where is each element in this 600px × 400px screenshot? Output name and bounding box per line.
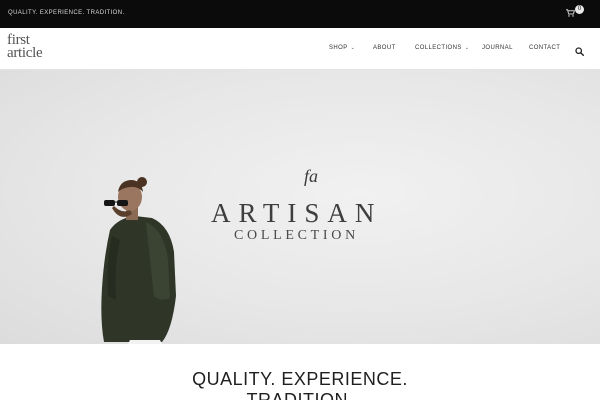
section-heading-line-2: TRADITION. [246, 390, 354, 400]
search-button[interactable] [575, 43, 585, 57]
nav-item-about[interactable]: ABOUT [373, 45, 396, 51]
section-heading-line-1: QUALITY. EXPERIENCE. [192, 369, 408, 389]
site-header: first article SHOP ⌄ ABOUT COLLECTIONS ⌄ J… [0, 28, 600, 70]
logo-line-2: article [7, 45, 43, 61]
hero-banner[interactable]: fa ARTISAN COLLECTION [0, 70, 600, 344]
nav-item-journal[interactable]: JOURNAL [482, 45, 513, 51]
section-heading: QUALITY. EXPERIENCE. TRADITION. [0, 369, 600, 400]
nav-item-label: JOURNAL [482, 45, 513, 51]
chevron-down-icon: ⌄ [464, 45, 470, 51]
nav-item-label: SHOP [329, 45, 348, 51]
hero-title: ARTISAN [211, 198, 383, 228]
nav-item-shop[interactable]: SHOP ⌄ [329, 45, 355, 51]
chevron-down-icon: ⌄ [350, 45, 356, 51]
hero-monogram: fa [304, 166, 319, 186]
cart-button[interactable]: 0 [566, 5, 588, 22]
nav-item-collections[interactable]: COLLECTIONS ⌄ [415, 45, 469, 51]
nav-item-label: ABOUT [373, 45, 396, 51]
site-logo[interactable]: first article [7, 33, 43, 61]
nav-item-label: CONTACT [529, 45, 561, 51]
model-photo [101, 177, 176, 344]
search-icon [575, 47, 585, 57]
nav-item-contact[interactable]: CONTACT [529, 45, 560, 51]
intro-section: QUALITY. EXPERIENCE. TRADITION. [0, 344, 600, 400]
tagline: QUALITY. EXPERIENCE. TRADITION. [8, 10, 125, 16]
shopping-cart-icon [566, 9, 575, 17]
top-bar: QUALITY. EXPERIENCE. TRADITION. 0 [0, 0, 600, 28]
hero-subtitle: COLLECTION [234, 228, 359, 243]
nav-item-label: COLLECTIONS [415, 45, 462, 51]
cart-count-badge: 0 [575, 5, 584, 14]
